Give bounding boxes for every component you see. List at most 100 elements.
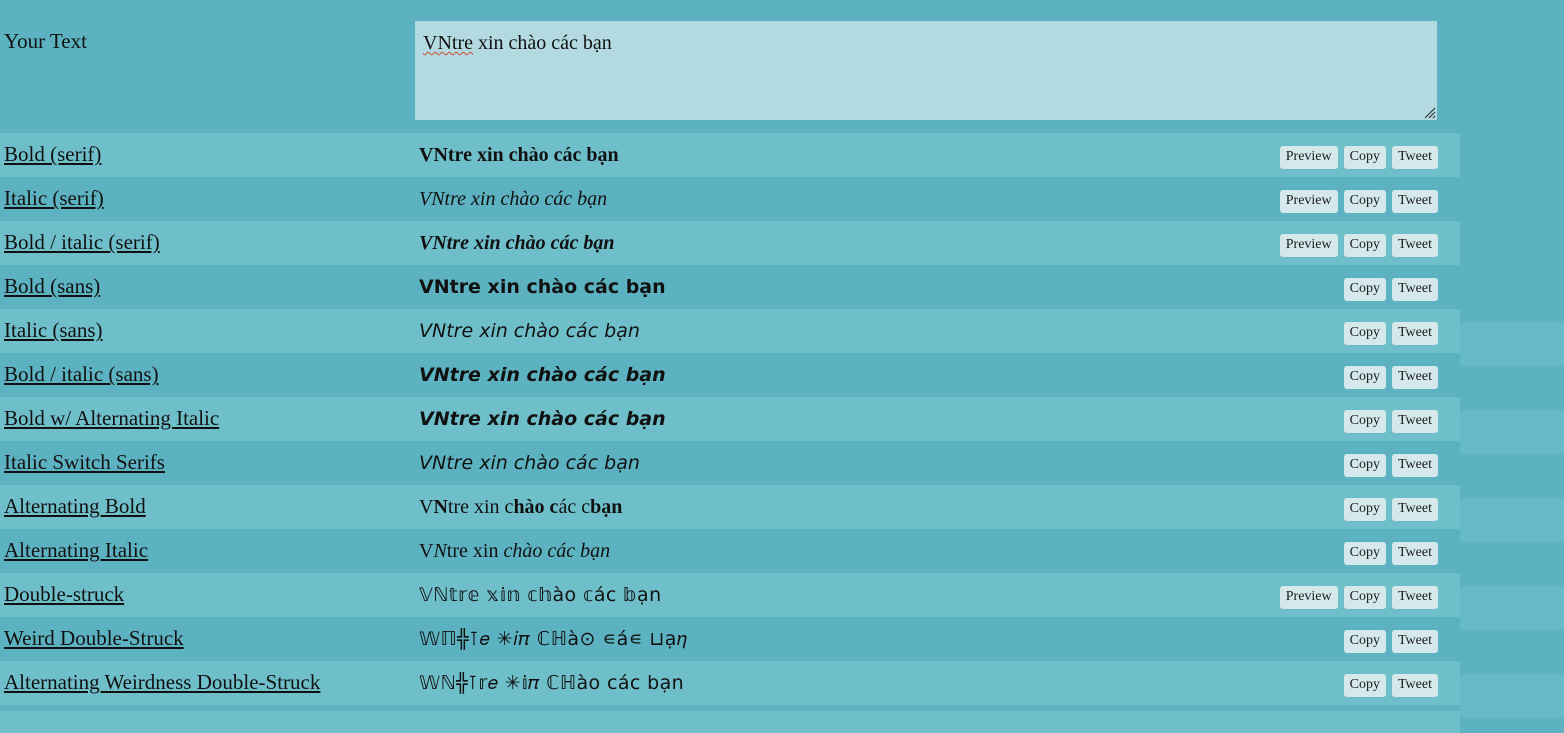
style-label-link[interactable]: Italic (serif) — [4, 186, 104, 210]
style-label-link[interactable]: Bold / italic (serif) — [4, 230, 160, 254]
output-segment: N — [433, 495, 448, 518]
tweet-button[interactable]: Tweet — [1391, 629, 1438, 653]
styled-output-text: VNtre xin chào các bạn — [415, 408, 1344, 431]
styled-output-value: VNtre xin chào các bạn — [419, 275, 666, 298]
style-row: Italic (sans) VNtre xin chào các bạn Copy T… — [0, 309, 1460, 353]
copy-button[interactable]: Copy — [1343, 541, 1386, 565]
row-actions: Copy Tweet — [1343, 629, 1460, 653]
textarea-rest: xin chào các bạn — [472, 32, 612, 54]
style-row: Alternating Weirdness Double-Struck 𝕎ℕ╬⊺𝕣… — [0, 661, 1460, 705]
style-label-cell: Italic Switch Serifs — [0, 451, 415, 474]
preview-button[interactable]: Preview — [1279, 145, 1338, 169]
style-label-link[interactable]: Alternating Italic — [4, 538, 148, 562]
style-row: Double-struck 𝕍ℕ𝕥𝕣𝕖 𝕩𝕚𝕟 𝕔𝕙ào 𝕔ác 𝕓ạn Previ… — [0, 573, 1460, 617]
style-label-cell: Double-struck — [0, 583, 415, 606]
style-label-link[interactable]: Italic (sans) — [4, 318, 103, 342]
copy-button[interactable]: Copy — [1343, 233, 1386, 257]
styled-output-text: VNtre xin chào các bạn — [415, 452, 1344, 475]
style-label-link[interactable]: Bold (sans) — [4, 274, 100, 298]
style-label-link[interactable]: Bold w/ Alternating Italic — [4, 406, 219, 430]
tweet-button[interactable]: Tweet — [1391, 453, 1438, 477]
styled-output-text: 𝕎ℿ╬⊺𝑒 ✳𝑖𝜋 ℂℍà⊙ ∊á∊ ⊔ạ𝜂 — [415, 628, 1344, 651]
row-actions: Copy Tweet — [1343, 277, 1460, 301]
copy-button[interactable]: Copy — [1343, 453, 1386, 477]
copy-button[interactable]: Copy — [1343, 497, 1386, 521]
style-label-cell: Bold (sans) — [0, 275, 415, 298]
tweet-button[interactable]: Tweet — [1391, 365, 1438, 389]
style-label-cell: Alternating Weirdness Double-Struck — [0, 671, 415, 694]
tweet-button[interactable]: Tweet — [1391, 277, 1438, 301]
preview-button[interactable]: Preview — [1279, 189, 1338, 213]
styled-output-text: VNtre xin chào các bạn — [415, 188, 1280, 211]
preview-button[interactable]: Preview — [1279, 585, 1338, 609]
copy-button[interactable]: Copy — [1343, 189, 1386, 213]
textarea-value: VNtre xin chào các bạn — [423, 32, 612, 55]
styled-output-value: VNtre xin chào các bạn — [419, 363, 666, 386]
copy-button[interactable]: Copy — [1343, 365, 1386, 389]
style-row: Bold / italic (serif) VNtre xin chào các … — [0, 221, 1460, 265]
style-row: Bold / italic (sans) VNtre xin chào các b… — [0, 353, 1460, 397]
tweet-button[interactable]: Tweet — [1391, 585, 1438, 609]
copy-button[interactable]: Copy — [1343, 673, 1386, 697]
copy-button[interactable]: Copy — [1343, 585, 1386, 609]
style-row: Italic Switch Serifs VNtre xin chào các b… — [0, 441, 1460, 485]
style-label-cell: Alternating Italic — [0, 539, 415, 562]
output-segment: N — [433, 539, 447, 562]
styled-output-value: 𝕍ℕ𝕥𝕣𝕖 𝕩𝕚𝕟 𝕔𝕙ào 𝕔ác 𝕓ạn — [419, 583, 662, 606]
misspelled-word: VNtre — [423, 32, 473, 54]
right-stripe-5 — [1460, 674, 1564, 718]
tweet-button[interactable]: Tweet — [1391, 145, 1438, 169]
styled-output-value: VNtre xin chào các bạn — [419, 319, 640, 342]
your-text-input[interactable]: VNtre xin chào các bạn — [415, 21, 1437, 120]
copy-button[interactable]: Copy — [1343, 629, 1386, 653]
preview-button[interactable]: Preview — [1279, 233, 1338, 257]
style-row: Italic (serif) VNtre xin chào các bạn Prev… — [0, 177, 1460, 221]
styled-output-text: VNtre xin chào các bạn — [415, 540, 1344, 563]
style-row: Alternating Italic VNtre xin chào các bạn… — [0, 529, 1460, 573]
styled-output-value: VNtre xin chào các bạn — [419, 540, 610, 562]
style-label-link[interactable]: Alternating Bold — [4, 494, 146, 518]
fancy-text-table: Your Text VNtre xin chào các bạn Bold (s… — [0, 0, 1460, 705]
your-text-label-cell: Your Text — [0, 0, 415, 53]
style-label-cell: Bold / italic (sans) — [0, 363, 415, 386]
tweet-button[interactable]: Tweet — [1391, 673, 1438, 697]
copy-button[interactable]: Copy — [1343, 409, 1386, 433]
row-actions: Preview Copy Tweet — [1279, 233, 1460, 257]
copy-button[interactable]: Copy — [1343, 321, 1386, 345]
row-actions: Copy Tweet — [1343, 673, 1460, 697]
styled-output-text: 𝕍ℕ𝕥𝕣𝕖 𝕩𝕚𝕟 𝕔𝕙ào 𝕔ác 𝕓ạn — [415, 584, 1280, 607]
tweet-button[interactable]: Tweet — [1391, 189, 1438, 213]
styled-output-value: VNtre xin chào các bạn — [419, 407, 666, 430]
style-label-link[interactable]: Bold (serif) — [4, 142, 101, 166]
style-row: Alternating Bold VNtre xin chào các cbạn C… — [0, 485, 1460, 529]
styled-output-text: VNtre xin chào các bạn — [415, 144, 1280, 167]
style-label-cell: Italic (sans) — [0, 319, 415, 342]
style-label-cell: Bold (serif) — [0, 143, 415, 166]
tweet-button[interactable]: Tweet — [1391, 233, 1438, 257]
tweet-button[interactable]: Tweet — [1391, 497, 1438, 521]
style-label-link[interactable]: Weird Double-Struck — [4, 626, 184, 650]
output-rows-container: Bold (serif) VNtre xin chào các bạn Previe… — [0, 133, 1460, 705]
output-segment: bạn — [590, 495, 623, 518]
styled-output-value: VNtre xin chào các bạn — [419, 451, 640, 474]
tweet-button[interactable]: Tweet — [1391, 541, 1438, 565]
style-label-link[interactable]: Alternating Weirdness Double-Struck — [4, 670, 320, 694]
input-row: Your Text VNtre xin chào các bạn — [0, 0, 1460, 133]
style-label-link[interactable]: Italic Switch Serifs — [4, 450, 165, 474]
output-segment: hào c — [513, 495, 559, 518]
tweet-button[interactable]: Tweet — [1391, 409, 1438, 433]
styled-output-text: VNtre xin chào các bạn — [415, 276, 1344, 299]
styled-output-value: VNtre xin chào các bạn — [419, 187, 608, 210]
output-segment: tre xin — [446, 539, 504, 562]
style-label-link[interactable]: Double-struck — [4, 582, 124, 606]
styled-output-value: 𝕎ℕ╬⊺𝕣𝑒 ✳𝕚𝜋 ℂℍào các bạn — [419, 671, 685, 694]
output-segment: V — [419, 495, 434, 518]
copy-button[interactable]: Copy — [1343, 145, 1386, 169]
tweet-button[interactable]: Tweet — [1391, 321, 1438, 345]
copy-button[interactable]: Copy — [1343, 277, 1386, 301]
resize-grip-icon[interactable] — [1423, 106, 1436, 119]
row-actions: Copy Tweet — [1343, 365, 1460, 389]
output-segment: tre xin c — [447, 495, 514, 518]
bottom-stripe — [0, 711, 1460, 733]
style-label-link[interactable]: Bold / italic (sans) — [4, 362, 159, 386]
